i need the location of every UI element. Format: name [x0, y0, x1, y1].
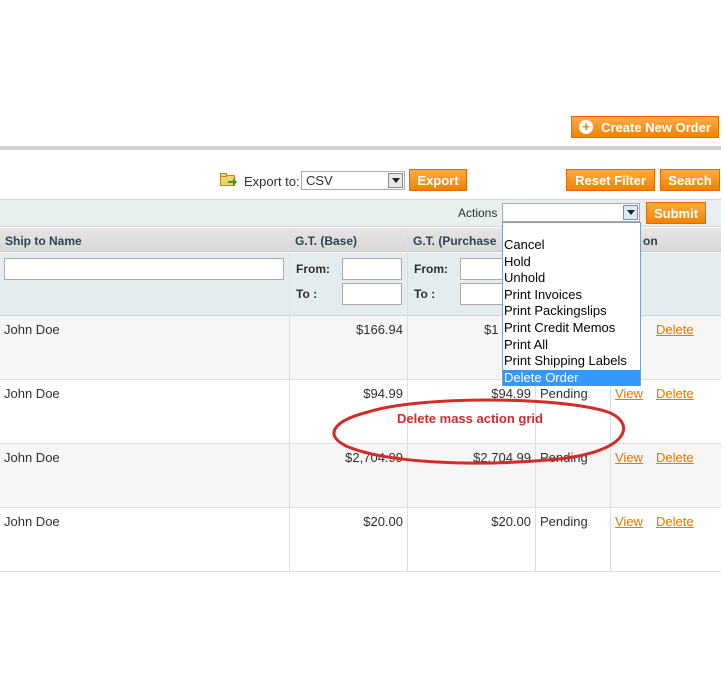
submit-button[interactable]: Submit — [646, 202, 706, 224]
actions-option[interactable]: Cancel — [503, 237, 640, 254]
ship-to-name-cell: John Doe — [4, 386, 60, 401]
ship-to-name-filter-input[interactable] — [4, 258, 284, 280]
export-button[interactable]: Export — [409, 169, 467, 191]
reset-filter-button[interactable]: Reset Filter — [566, 169, 655, 191]
ship-to-name-cell: John Doe — [4, 322, 60, 337]
search-button[interactable]: Search — [660, 169, 720, 191]
actions-option[interactable]: Print Packingslips — [503, 303, 640, 320]
gt-base-to-label: To : — [296, 287, 318, 301]
delete-link[interactable]: Delete — [656, 386, 694, 401]
actions-select[interactable] — [502, 203, 640, 222]
actions-option[interactable]: Print Credit Memos — [503, 320, 640, 337]
column-gt-base[interactable]: G.T. (Base) — [295, 234, 357, 248]
plus-icon: + — [579, 120, 594, 134]
delete-link[interactable]: Delete — [656, 322, 694, 337]
gt-purchased-to-label: To : — [414, 287, 436, 301]
delete-link[interactable]: Delete — [656, 514, 694, 529]
export-format-value: CSV — [306, 173, 333, 188]
column-gt-purchased[interactable]: G.T. (Purchase — [413, 234, 496, 248]
actions-label: Actions — [458, 206, 498, 220]
gt-base-cell: $166.94 — [356, 322, 403, 337]
actions-option[interactable]: Hold — [503, 254, 640, 271]
actions-option[interactable]: Delete Order — [503, 369, 640, 387]
chevron-down-icon — [623, 205, 638, 220]
export-to-label: Export to: — [244, 174, 300, 189]
gt-base-from-label: From: — [296, 262, 330, 276]
chevron-down-icon — [388, 173, 403, 188]
export-icon — [220, 173, 237, 186]
actions-option[interactable]: Unhold — [503, 270, 640, 287]
create-new-order-button[interactable]: + Create New Order — [571, 116, 719, 138]
status-cell: Pending — [540, 514, 588, 529]
gt-base-to-input[interactable] — [342, 283, 402, 305]
actions-dropdown-list[interactable]: Cancel Hold Unhold Print Invoices Print Pack… — [502, 222, 641, 387]
table-row: John Doe $20.00 $20.00 Pending View Dele… — [0, 508, 721, 572]
gt-purchased-cell: $20.00 — [491, 514, 531, 529]
gt-purchased-cell: $1 — [484, 322, 499, 337]
ship-to-name-cell: John Doe — [4, 514, 60, 529]
delete-link[interactable]: Delete — [656, 450, 694, 465]
actions-option[interactable]: Print Invoices — [503, 287, 640, 304]
actions-option[interactable]: Print Shipping Labels — [503, 353, 640, 370]
column-action: on — [643, 234, 658, 248]
export-format-select[interactable]: CSV — [301, 171, 405, 190]
ship-to-name-cell: John Doe — [4, 450, 60, 465]
gt-base-from-input[interactable] — [342, 258, 402, 280]
gt-base-cell: $20.00 — [363, 514, 403, 529]
view-link[interactable]: View — [615, 514, 643, 529]
create-new-order-label: Create New Order — [601, 119, 711, 135]
annotation-text: Delete mass action grid — [397, 411, 543, 426]
gt-purchased-from-label: From: — [414, 262, 448, 276]
column-ship-to-name[interactable]: Ship to Name — [5, 234, 82, 248]
column-divider — [289, 228, 290, 572]
header-divider — [0, 146, 721, 150]
actions-option[interactable]: Print All — [503, 337, 640, 354]
annotation-ellipse — [332, 398, 625, 465]
